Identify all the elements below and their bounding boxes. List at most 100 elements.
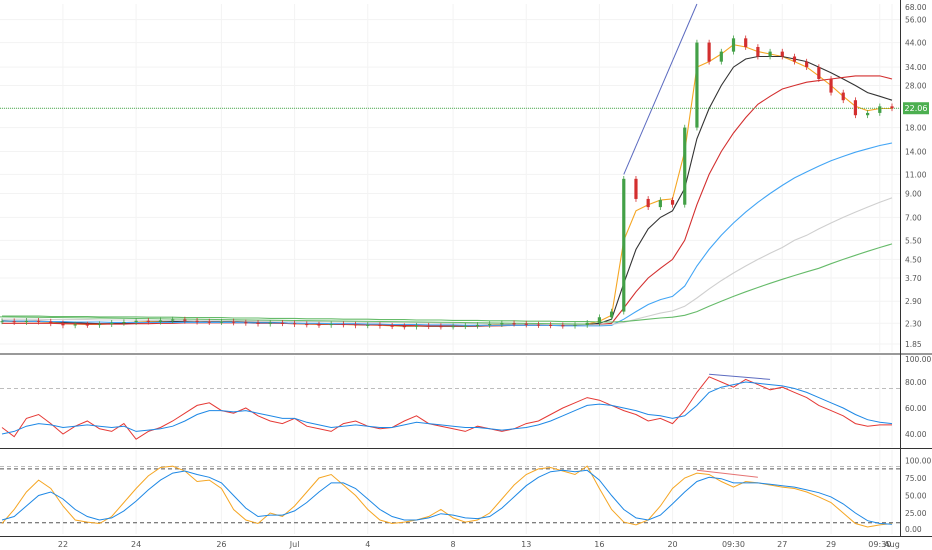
candle-body <box>512 323 516 325</box>
candle-body <box>439 326 443 328</box>
last-price-badge: 22.06 <box>903 102 929 115</box>
candle-body <box>49 321 53 324</box>
candle-body <box>280 322 285 324</box>
stoch-tick-label: 100.00 <box>905 457 931 466</box>
candle-body <box>366 324 370 326</box>
stoch-tick-label: 75.00 <box>905 474 927 483</box>
price-tick-label: 28.00 <box>905 82 927 91</box>
candle-body <box>256 322 260 324</box>
candle-body <box>719 51 723 62</box>
time-tick-label: 22 <box>58 540 68 549</box>
time-tick-label: 4 <box>365 540 370 549</box>
candle-body <box>402 326 406 328</box>
candle-body <box>305 324 309 326</box>
candle-body <box>244 322 248 324</box>
time-tick-label: 29 <box>826 540 836 549</box>
candle-body <box>829 78 833 93</box>
time-tick-label: 09:30 <box>722 540 745 549</box>
stoch-tick-label: 25.00 <box>905 509 927 518</box>
candle-body <box>622 178 626 312</box>
time-tick-label: 20 <box>667 540 677 549</box>
price-tick-label: 4.50 <box>905 255 922 264</box>
candle-body <box>341 324 345 326</box>
time-tick-label: Aug <box>884 540 900 549</box>
price-tick-label: 11.00 <box>905 170 927 179</box>
candle-body <box>841 92 845 101</box>
candle-body <box>12 321 16 323</box>
candle-body <box>524 323 528 325</box>
price-tick-label: 7.00 <box>905 213 922 222</box>
candle-body <box>463 325 467 327</box>
candle-body <box>731 38 736 52</box>
candle-body <box>73 324 77 326</box>
price-tick-label: 56.00 <box>905 16 927 25</box>
candle-body <box>573 324 577 326</box>
candle-body <box>536 324 541 326</box>
candle-body <box>597 317 601 323</box>
candle-body <box>146 320 150 322</box>
candle-body <box>646 198 650 208</box>
candle-body <box>414 325 419 327</box>
last-price-label: 22.06 <box>905 104 928 113</box>
candle-body <box>36 320 41 322</box>
candle-body <box>451 326 455 328</box>
price-tick-label: 9.00 <box>905 189 922 198</box>
candle-body <box>329 324 333 326</box>
price-tick-label: 68.00 <box>905 3 927 12</box>
candle-body <box>0 321 4 323</box>
candle-body <box>488 324 492 326</box>
price-tick-label: 2.90 <box>905 297 922 306</box>
candle-body <box>475 324 480 326</box>
time-tick-label: 13 <box>521 540 531 549</box>
price-tick-label: 2.30 <box>905 319 922 328</box>
time-tick-label: 27 <box>777 540 787 549</box>
candle-body <box>768 51 772 57</box>
candle-body <box>670 200 675 205</box>
candle-body <box>695 42 699 128</box>
candle-body <box>890 106 894 109</box>
rsi-tick-label: 100.00 <box>905 355 931 364</box>
candle-body <box>683 127 687 205</box>
candle-body <box>390 325 394 327</box>
candle-body <box>427 325 431 327</box>
rsi-tick-label: 60.00 <box>905 404 927 413</box>
candle-body <box>500 323 504 325</box>
candle-body <box>183 319 187 321</box>
candle-body <box>561 325 565 327</box>
candle-body <box>658 200 662 208</box>
candle-body <box>134 320 138 323</box>
price-tick-label: 44.00 <box>905 39 927 48</box>
candle-body <box>853 100 858 116</box>
rsi-tick-label: 80.00 <box>905 378 927 387</box>
time-tick-label: 24 <box>131 540 141 549</box>
price-tick-label: 5.50 <box>905 236 922 245</box>
candle-body <box>219 321 224 323</box>
price-tick-label: 14.00 <box>905 147 927 156</box>
candle-body <box>549 324 553 326</box>
candle-body <box>317 324 321 326</box>
time-tick-label: Jul <box>289 540 300 549</box>
candle-body <box>353 324 358 326</box>
time-tick-label: 16 <box>594 540 604 549</box>
candle-body <box>97 324 102 326</box>
candle-body <box>293 323 297 325</box>
candle-body <box>744 38 748 47</box>
candle-body <box>707 42 711 62</box>
candle-body <box>756 46 760 57</box>
chart-canvas: 68.0056.0044.0034.0028.0022.0018.0014.00… <box>0 0 932 550</box>
candle-body <box>585 322 589 325</box>
candle-body <box>110 322 114 325</box>
candle-body <box>817 67 821 79</box>
candle-body <box>609 311 614 318</box>
candle-body <box>207 321 211 323</box>
price-tick-label: 34.00 <box>905 63 927 72</box>
candle-body <box>122 322 126 324</box>
candle-body <box>158 320 163 322</box>
candle-body <box>195 320 199 322</box>
candle-body <box>780 51 784 57</box>
candle-body <box>171 319 175 321</box>
stoch-tick-label: 0.00 <box>905 525 922 534</box>
price-tick-label: 18.00 <box>905 124 927 133</box>
time-tick-label: 26 <box>216 540 226 549</box>
candle-body <box>85 324 89 326</box>
